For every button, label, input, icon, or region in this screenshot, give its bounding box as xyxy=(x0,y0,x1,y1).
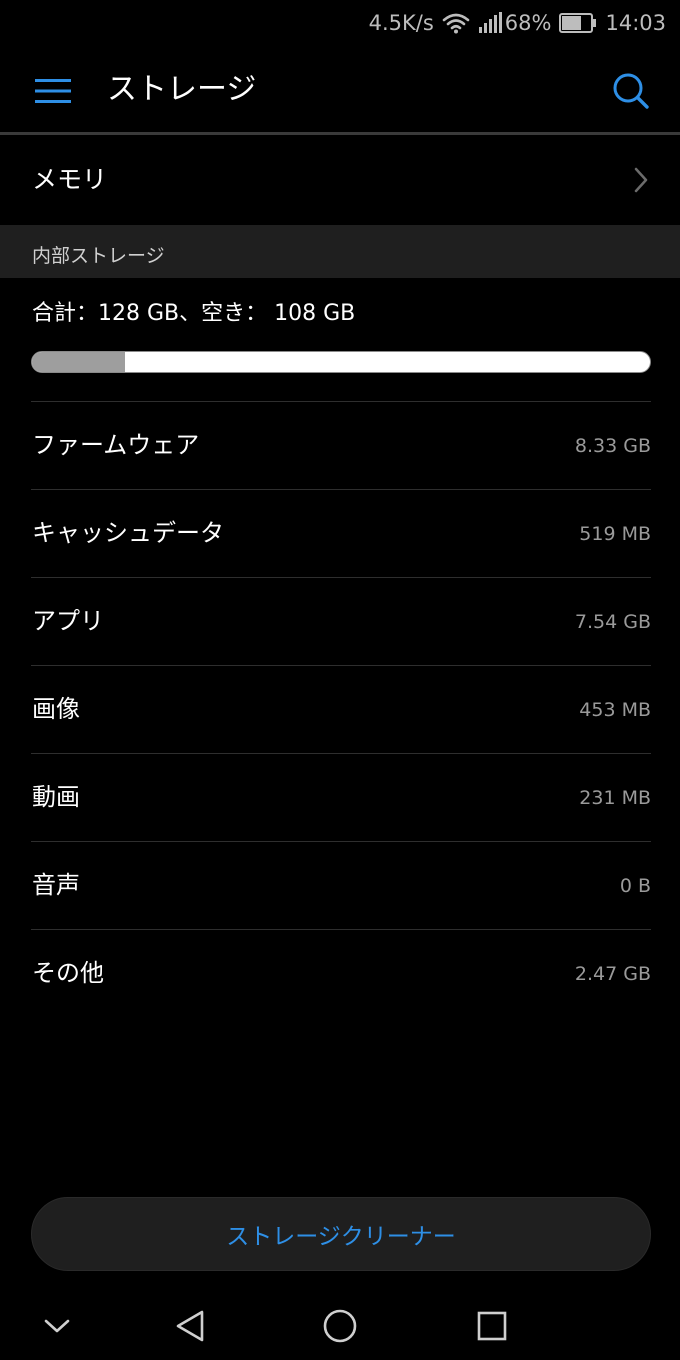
list-item-firmware[interactable]: ファームウェア 8.33 GB xyxy=(31,401,651,489)
list-item-videos[interactable]: 動画 231 MB xyxy=(31,753,651,841)
nav-home-icon[interactable] xyxy=(318,1304,362,1348)
wifi-icon xyxy=(442,12,470,34)
item-size: 2.47 GB xyxy=(574,963,651,985)
item-size: 453 MB xyxy=(579,699,651,721)
item-size: 519 MB xyxy=(579,523,651,545)
toolbar: ストレージ xyxy=(0,46,680,134)
list-item-cache[interactable]: キャッシュデータ 519 MB xyxy=(31,489,651,577)
nav-recents-icon[interactable] xyxy=(470,1304,514,1348)
battery-percent: 68% xyxy=(504,11,552,35)
memory-row[interactable]: メモリ xyxy=(0,135,680,224)
battery-icon xyxy=(559,13,597,33)
list-item-audio[interactable]: 音声 0 B xyxy=(31,841,651,929)
item-label: ファームウェア xyxy=(32,431,200,459)
clock: 14:03 xyxy=(605,11,666,35)
navigation-bar xyxy=(0,1290,680,1360)
item-size: 231 MB xyxy=(579,787,651,809)
memory-label: メモリ xyxy=(32,165,108,194)
item-size: 7.54 GB xyxy=(574,611,651,633)
internal-storage-header: 内部ストレージ xyxy=(0,225,680,278)
hamburger-menu-icon[interactable] xyxy=(28,68,78,114)
search-icon[interactable] xyxy=(608,68,654,114)
list-item-apps[interactable]: アプリ 7.54 GB xyxy=(31,577,651,665)
item-label: 動画 xyxy=(32,783,80,811)
storage-summary: 合計：128 GB、空き： 108 GB xyxy=(32,301,356,326)
list-item-other[interactable]: その他 2.47 GB xyxy=(31,929,651,1017)
nav-collapse-icon[interactable] xyxy=(35,1304,79,1348)
page-title: ストレージ xyxy=(107,72,257,107)
net-speed: 4.5K/s xyxy=(368,11,434,35)
signal-icon xyxy=(478,12,502,34)
chevron-right-icon xyxy=(634,167,648,197)
nav-back-icon[interactable] xyxy=(168,1304,212,1348)
item-label: アプリ xyxy=(32,607,104,635)
storage-category-list: ファームウェア 8.33 GB キャッシュデータ 519 MB アプリ 7.54… xyxy=(31,401,651,1017)
list-item-images[interactable]: 画像 453 MB xyxy=(31,665,651,753)
section-header-label: 内部ストレージ xyxy=(32,245,165,267)
status-bar: 4.5K/s 68% 14:03 xyxy=(0,0,680,46)
storage-usage-fill xyxy=(32,352,125,372)
storage-cleaner-button[interactable]: ストレージクリーナー xyxy=(31,1197,651,1271)
item-size: 0 B xyxy=(619,875,651,897)
storage-usage-bar xyxy=(31,351,651,373)
item-size: 8.33 GB xyxy=(574,435,651,457)
item-label: その他 xyxy=(32,959,104,987)
item-label: キャッシュデータ xyxy=(32,519,224,547)
item-label: 画像 xyxy=(32,695,80,723)
item-label: 音声 xyxy=(32,871,80,899)
